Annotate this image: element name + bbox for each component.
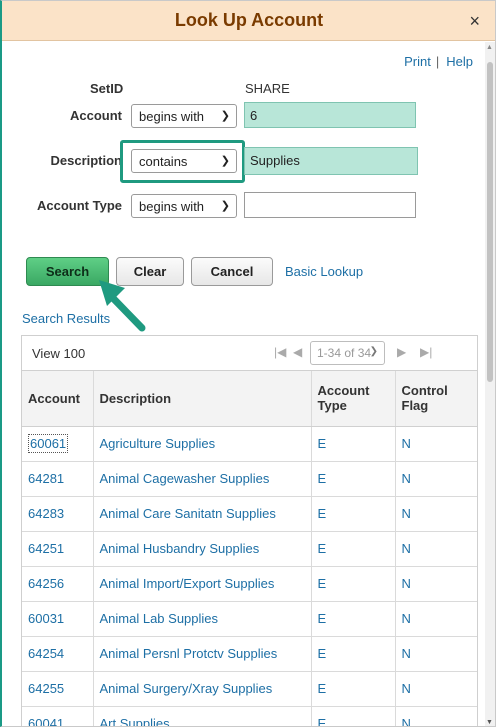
print-link[interactable]: Print xyxy=(404,54,431,69)
account-type-input[interactable] xyxy=(244,192,416,218)
control-flag-cell[interactable]: N xyxy=(395,636,477,672)
account-type-cell[interactable]: E xyxy=(311,706,396,726)
account-operator-value: begins with xyxy=(139,109,205,124)
description-input[interactable]: Supplies xyxy=(244,147,418,175)
control-flag-cell[interactable]: N xyxy=(395,496,477,532)
scroll-up-icon[interactable]: ▲ xyxy=(486,44,493,51)
column-header-control-flag[interactable]: Control Flag xyxy=(395,371,477,427)
column-header-account[interactable]: Account xyxy=(22,371,94,427)
account-type-operator-value: begins with xyxy=(139,199,205,214)
account-cell[interactable]: 60031 xyxy=(22,601,94,637)
description-cell[interactable]: Art Supplies xyxy=(93,706,312,726)
close-icon[interactable]: × xyxy=(469,11,480,32)
control-flag-cell[interactable]: N xyxy=(395,671,477,707)
control-flag-cell[interactable]: N xyxy=(395,566,477,602)
grid-navigation-bar: View 100 |◀ ◀ 1-34 of 34 ❯ ▶ ▶| xyxy=(22,336,477,371)
description-cell[interactable]: Animal Persnl Protctv Supplies xyxy=(93,636,312,672)
account-cell[interactable]: 64281 xyxy=(22,461,94,497)
column-header-control-flag-label: Control Flag xyxy=(401,383,448,414)
account-operator-select[interactable]: begins with ❯ xyxy=(131,104,237,128)
page-range-value: 1-34 of 34 xyxy=(317,346,372,360)
description-cell[interactable]: Animal Cagewasher Supplies xyxy=(93,461,312,497)
basic-lookup-link[interactable]: Basic Lookup xyxy=(285,264,363,279)
column-header-account-type[interactable]: Account Type xyxy=(311,371,396,427)
top-links: Print | Help xyxy=(404,54,473,69)
account-type-cell[interactable]: E xyxy=(311,636,396,672)
setid-value: SHARE xyxy=(245,81,290,96)
account-cell[interactable]: 64256 xyxy=(22,566,94,602)
view-100-link[interactable]: View 100 xyxy=(32,346,85,361)
table-row[interactable]: 60061 Agriculture Supplies E N xyxy=(22,426,477,462)
table-row[interactable]: 64254 Animal Persnl Protctv Supplies E N xyxy=(22,636,477,672)
control-flag-cell[interactable]: N xyxy=(395,426,477,462)
description-cell[interactable]: Animal Surgery/Xray Supplies xyxy=(93,671,312,707)
control-flag-cell[interactable]: N xyxy=(395,601,477,637)
table-row[interactable]: 64255 Animal Surgery/Xray Supplies E N xyxy=(22,671,477,707)
page-range-select[interactable]: 1-34 of 34 ❯ xyxy=(310,341,385,365)
vertical-scrollbar[interactable]: ▲ ▼ xyxy=(485,42,495,726)
first-page-icon[interactable]: |◀ xyxy=(274,345,286,359)
account-type-cell[interactable]: E xyxy=(311,531,396,567)
search-results-grid: View 100 |◀ ◀ 1-34 of 34 ❯ ▶ ▶| Account … xyxy=(21,335,478,726)
account-cell[interactable]: 64251 xyxy=(22,531,94,567)
description-cell[interactable]: Agriculture Supplies xyxy=(93,426,312,462)
search-results-title: Search Results xyxy=(22,311,111,326)
column-header-description[interactable]: Description xyxy=(93,371,312,427)
link-separator: | xyxy=(435,54,440,69)
last-page-icon[interactable]: ▶| xyxy=(420,345,432,359)
scroll-down-icon[interactable]: ▼ xyxy=(486,719,493,726)
setid-label: SetID xyxy=(90,81,124,96)
account-type-cell[interactable]: E xyxy=(311,601,396,637)
table-row[interactable]: 64281 Animal Cagewasher Supplies E N xyxy=(22,461,477,497)
description-cell[interactable]: Animal Import/Export Supplies xyxy=(93,566,312,602)
account-type-cell[interactable]: E xyxy=(311,426,396,462)
description-cell[interactable]: Animal Husbandry Supplies xyxy=(93,531,312,567)
table-row[interactable]: 64256 Animal Import/Export Supplies E N xyxy=(22,566,477,602)
control-flag-cell[interactable]: N xyxy=(395,706,477,726)
account-type-cell[interactable]: E xyxy=(311,496,396,532)
account-cell[interactable]: 64283 xyxy=(22,496,94,532)
control-flag-cell[interactable]: N xyxy=(395,531,477,567)
table-header-row: Account Description Account Type Control… xyxy=(22,371,477,427)
account-type-label: Account Type xyxy=(37,198,122,213)
results-table: Account Description Account Type Control… xyxy=(22,371,477,726)
lookup-dialog: Look Up Account × Print | Help SetID SHARE… xyxy=(0,0,496,727)
account-type-cell[interactable]: E xyxy=(311,566,396,602)
account-cell[interactable]: 64254 xyxy=(22,636,94,672)
chevron-down-icon: ❯ xyxy=(369,346,378,357)
chevron-down-icon: ❯ xyxy=(220,110,230,122)
next-page-icon[interactable]: ▶ xyxy=(397,345,406,359)
description-operator-value: contains xyxy=(139,154,188,169)
dialog-titlebar: Look Up Account × xyxy=(2,1,495,41)
help-link[interactable]: Help xyxy=(446,54,473,69)
cancel-button[interactable]: Cancel xyxy=(191,257,273,286)
account-input[interactable]: 6 xyxy=(244,102,416,128)
description-cell[interactable]: Animal Lab Supplies xyxy=(93,601,312,637)
account-type-operator-select[interactable]: begins with ❯ xyxy=(131,194,237,218)
table-row[interactable]: 64283 Animal Care Sanitatn Supplies E N xyxy=(22,496,477,532)
description-label: Description xyxy=(50,153,122,168)
account-cell[interactable]: 64255 xyxy=(22,671,94,707)
account-link[interactable]: 60061 xyxy=(28,434,69,453)
account-type-cell[interactable]: E xyxy=(311,671,396,707)
table-row[interactable]: 64251 Animal Husbandry Supplies E N xyxy=(22,531,477,567)
column-header-account-type-label: Account Type xyxy=(317,383,370,414)
account-cell[interactable]: 60041 xyxy=(22,706,94,726)
description-operator-select[interactable]: contains ❯ xyxy=(131,149,237,173)
description-cell[interactable]: Animal Care Sanitatn Supplies xyxy=(93,496,312,532)
account-label: Account xyxy=(70,108,122,123)
table-row[interactable]: 60041 Art Supplies E N xyxy=(22,706,477,726)
table-row[interactable]: 60031 Animal Lab Supplies E N xyxy=(22,601,477,637)
chevron-down-icon: ❯ xyxy=(220,155,230,167)
account-type-cell[interactable]: E xyxy=(311,461,396,497)
account-cell[interactable]: 60061 xyxy=(22,426,94,462)
prev-page-icon[interactable]: ◀ xyxy=(293,345,302,359)
chevron-down-icon: ❯ xyxy=(220,200,230,212)
pointer-arrow-icon xyxy=(99,280,146,332)
dialog-title: Look Up Account xyxy=(174,10,324,30)
control-flag-cell[interactable]: N xyxy=(395,461,477,497)
scrollbar-thumb[interactable] xyxy=(487,62,493,382)
